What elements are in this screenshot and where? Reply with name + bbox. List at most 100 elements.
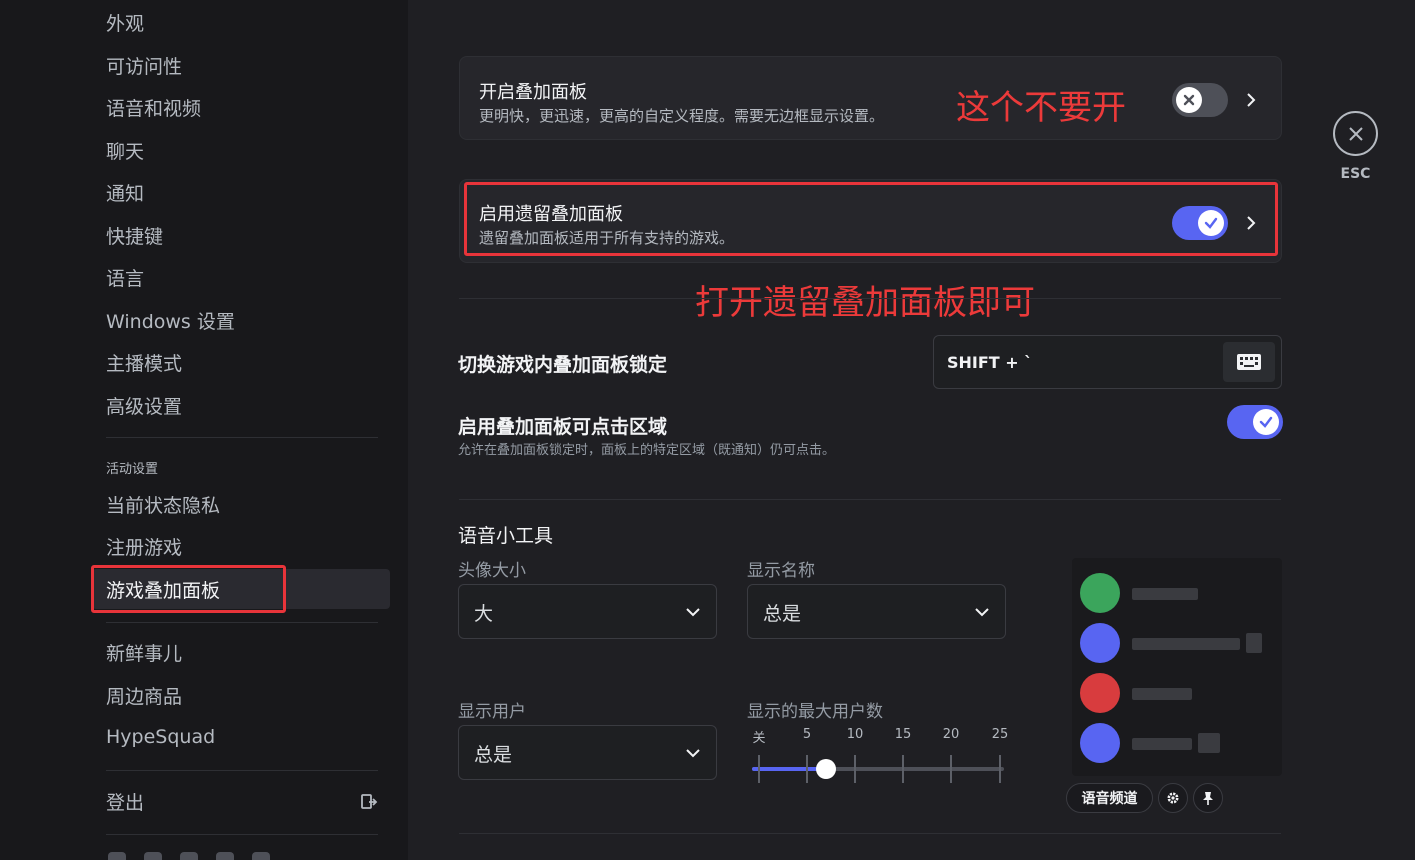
section-divider bbox=[459, 298, 1281, 299]
check-icon bbox=[1204, 217, 1218, 229]
youtube-icon[interactable] bbox=[216, 852, 234, 860]
social-links bbox=[108, 852, 278, 860]
toggle-knob bbox=[1198, 210, 1224, 236]
avatar-size-select[interactable]: 大 bbox=[458, 584, 717, 639]
pin-icon bbox=[1203, 792, 1213, 805]
slider-tick-label: 关 bbox=[752, 731, 766, 746]
slider-tick-label: 20 bbox=[942, 727, 960, 742]
avatar bbox=[1080, 673, 1120, 713]
avatar bbox=[1080, 573, 1120, 613]
clickable-zones-toggle[interactable] bbox=[1227, 405, 1283, 439]
keybind-value: SHIFT + ` bbox=[947, 353, 1033, 372]
display-names-value: 总是 bbox=[763, 603, 802, 625]
check-icon bbox=[1259, 416, 1273, 428]
settings-sidebar: 外观 可访问性 语音和视频 聊天 通知 快捷键 语言 Windows 设置 主播… bbox=[0, 0, 408, 860]
avatar bbox=[1080, 623, 1120, 663]
close-icon bbox=[1348, 126, 1363, 141]
voice-channel-button[interactable]: 语音频道 bbox=[1066, 783, 1153, 813]
chevron-right-icon[interactable] bbox=[1244, 93, 1258, 107]
keybind-record-button[interactable] bbox=[1223, 342, 1275, 382]
slider-tick-mark bbox=[999, 755, 1001, 783]
sidebar-item-registered-games[interactable]: 注册游戏 bbox=[92, 526, 390, 566]
slider-tick-label: 15 bbox=[894, 727, 912, 742]
slider-tick-mark bbox=[902, 755, 904, 783]
overlay-toggle[interactable] bbox=[1172, 83, 1228, 117]
sidebar-item-streamer-mode[interactable]: 主播模式 bbox=[92, 342, 390, 382]
logout-button[interactable]: 登出 bbox=[92, 781, 390, 821]
overlay-description: 更明快，更迅速，更高的自定义程度。需要无边框显示设置。 bbox=[479, 107, 885, 125]
section-divider bbox=[459, 499, 1281, 500]
annotation-legacy-note: 打开遗留叠加面板即可 bbox=[695, 283, 1035, 323]
display-names-label: 显示名称 bbox=[747, 561, 815, 581]
facebook-icon[interactable] bbox=[180, 852, 198, 860]
slider-tick-mark bbox=[758, 755, 760, 783]
avatar-size-label: 头像大小 bbox=[458, 561, 526, 581]
sidebar-item-language[interactable]: 语言 bbox=[92, 257, 390, 297]
legacy-title: 启用遗留叠加面板 bbox=[479, 204, 623, 225]
sidebar-item-advanced[interactable]: 高级设置 bbox=[92, 385, 390, 425]
slider-tick-mark bbox=[950, 755, 952, 783]
clickable-zones-title: 启用叠加面板可点击区域 bbox=[458, 416, 668, 438]
sidebar-item-activity-privacy[interactable]: 当前状态隐私 bbox=[92, 484, 390, 524]
gear-icon bbox=[1167, 792, 1179, 804]
keyboard-icon bbox=[1237, 354, 1261, 370]
blurred-badge bbox=[1246, 633, 1262, 653]
sidebar-item-accessibility[interactable]: 可访问性 bbox=[92, 45, 390, 85]
max-users-label: 显示的最大用户数 bbox=[747, 702, 883, 722]
overlay-setting-card[interactable]: 开启叠加面板 更明快，更迅速，更高的自定义程度。需要无边框显示设置。 bbox=[459, 56, 1282, 140]
sidebar-item-hypesquad[interactable]: HypeSquad bbox=[92, 717, 390, 757]
avatar bbox=[1080, 723, 1120, 763]
chevron-right-icon[interactable] bbox=[1244, 216, 1258, 230]
sidebar-item-merch[interactable]: 周边商品 bbox=[92, 675, 390, 715]
x-icon[interactable] bbox=[108, 852, 126, 860]
slider-tick-mark bbox=[854, 755, 856, 783]
slider-tick-label: 10 bbox=[846, 727, 864, 742]
chevron-down-icon bbox=[686, 749, 700, 758]
slider-tick-mark bbox=[806, 755, 808, 783]
legacy-description: 遗留叠加面板适用于所有支持的游戏。 bbox=[479, 229, 735, 247]
chevron-down-icon bbox=[686, 608, 700, 617]
avatar-size-value: 大 bbox=[474, 603, 494, 625]
sidebar-item-keybinds[interactable]: 快捷键 bbox=[92, 215, 390, 255]
sidebar-item-windows-settings[interactable]: Windows 设置 bbox=[92, 300, 390, 340]
overlay-title: 开启叠加面板 bbox=[479, 82, 587, 103]
max-users-slider-fill bbox=[752, 767, 827, 771]
display-users-value: 总是 bbox=[474, 744, 513, 766]
toggle-knob bbox=[1176, 87, 1202, 113]
clickable-zones-description: 允许在叠加面板锁定时，面板上的特定区域（既通知）仍可点击。 bbox=[458, 443, 836, 458]
slider-tick-label: 25 bbox=[991, 727, 1009, 742]
blurred-username bbox=[1132, 638, 1240, 650]
sidebar-header-activity: 活动设置 bbox=[106, 462, 159, 477]
sidebar-divider bbox=[106, 437, 378, 438]
annotation-overlay-note: 这个不要开 bbox=[956, 88, 1126, 128]
display-users-select[interactable]: 总是 bbox=[458, 725, 717, 780]
sidebar-item-voice-video[interactable]: 语音和视频 bbox=[92, 87, 390, 127]
section-divider bbox=[459, 833, 1281, 834]
sidebar-divider bbox=[106, 770, 378, 771]
blurred-username bbox=[1132, 688, 1192, 700]
sidebar-divider bbox=[106, 834, 378, 835]
logout-icon bbox=[361, 794, 378, 809]
sidebar-item-game-overlay[interactable]: 游戏叠加面板 bbox=[92, 569, 390, 609]
legacy-overlay-card[interactable]: 启用遗留叠加面板 遗留叠加面板适用于所有支持的游戏。 bbox=[459, 179, 1282, 263]
blurred-username bbox=[1132, 738, 1192, 750]
blurred-badge bbox=[1198, 733, 1220, 753]
overlay-lock-title: 切换游戏内叠加面板锁定 bbox=[458, 354, 668, 376]
legacy-toggle[interactable] bbox=[1172, 206, 1228, 240]
sidebar-item-whats-new[interactable]: 新鲜事儿 bbox=[92, 632, 390, 672]
display-users-label: 显示用户 bbox=[458, 702, 526, 722]
tiktok-icon[interactable] bbox=[252, 852, 270, 860]
widget-settings-button[interactable] bbox=[1158, 783, 1188, 813]
sidebar-item-notifications[interactable]: 通知 bbox=[92, 172, 390, 212]
sidebar-divider bbox=[106, 622, 378, 623]
close-settings-button[interactable] bbox=[1333, 111, 1378, 156]
chevron-down-icon bbox=[975, 608, 989, 617]
sidebar-item-appearance[interactable]: 外观 bbox=[92, 2, 390, 42]
display-names-select[interactable]: 总是 bbox=[747, 584, 1006, 639]
instagram-icon[interactable] bbox=[144, 852, 162, 860]
sidebar-item-chat[interactable]: 聊天 bbox=[92, 130, 390, 170]
slider-tick-label: 5 bbox=[802, 727, 812, 742]
widget-pin-button[interactable] bbox=[1193, 783, 1223, 813]
close-icon bbox=[1183, 94, 1195, 106]
keybind-field[interactable]: SHIFT + ` bbox=[933, 335, 1282, 389]
